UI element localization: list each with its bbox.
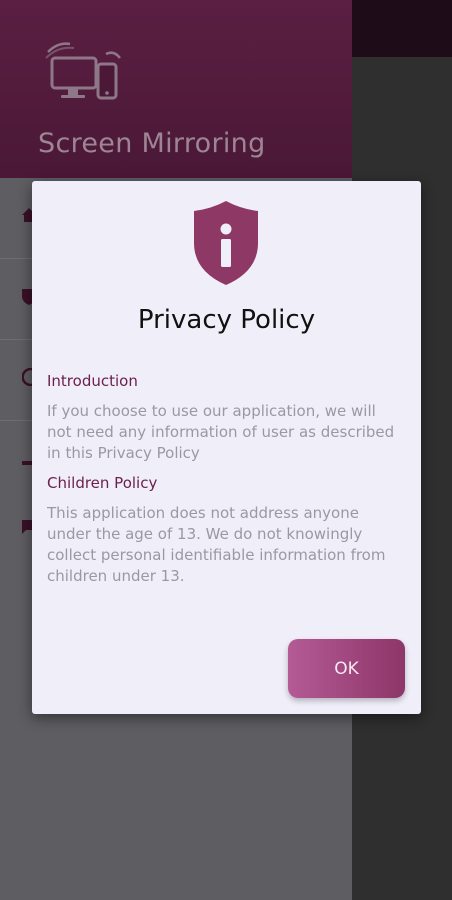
dialog-title: Privacy Policy [137, 305, 316, 335]
section-heading-introduction: Introduction [47, 372, 138, 390]
privacy-policy-dialog: Privacy Policy Introduction If you choos… [32, 181, 421, 714]
shield-info-icon [194, 201, 258, 285]
section-body-introduction: If you choose to use our application, we… [47, 402, 395, 462]
screen: Screen Mirroring Privacy Policy Introduc… [0, 0, 452, 900]
ok-button[interactable]: OK [288, 639, 405, 698]
section-body-children-policy: This application does not address anyone… [47, 504, 386, 585]
section-heading-children-policy: Children Policy [47, 474, 158, 492]
